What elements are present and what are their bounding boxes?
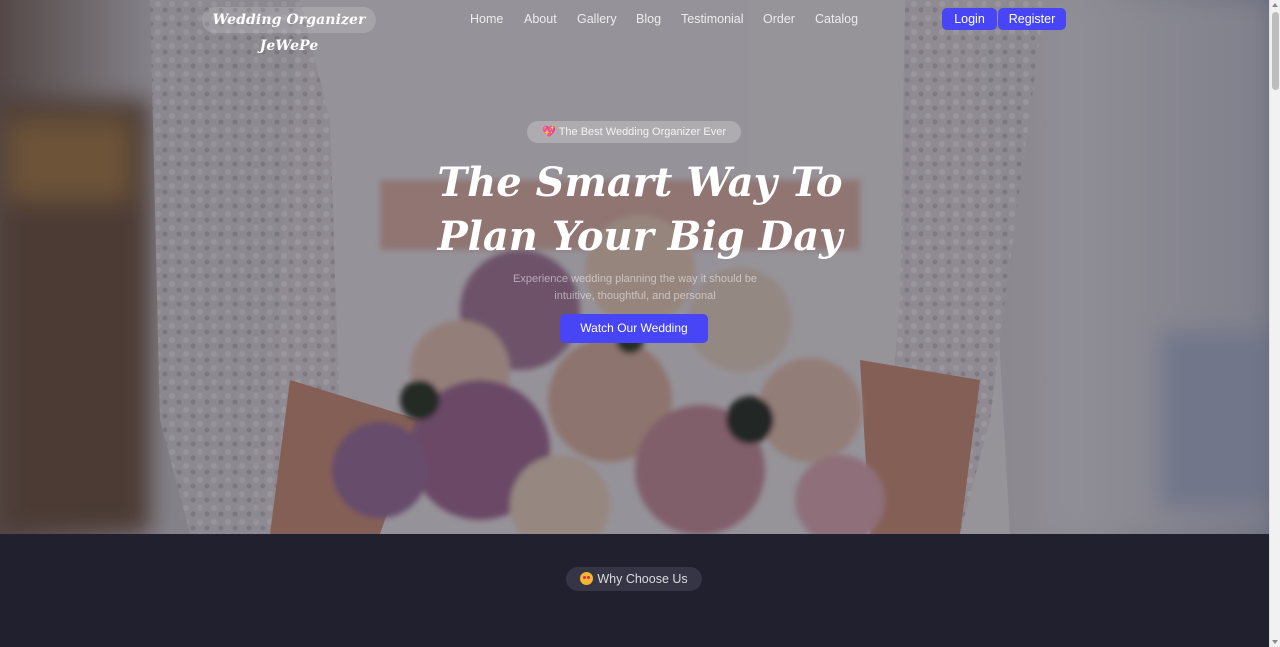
hero-subtitle-line-1: Experience wedding planning the way it s… [513, 273, 757, 285]
star-struck-emoji-icon [580, 572, 594, 585]
hero-title: The Smart Way To Plan Your Big Day [380, 156, 900, 264]
hero-badge-text: The Best Wedding Organizer Ever [558, 126, 727, 138]
nav-link-order[interactable]: Order [763, 11, 795, 27]
navbar: Wedding Organizer JeWePe Home About Gall… [0, 0, 1269, 54]
nav-link-home[interactable]: Home [470, 11, 503, 27]
hero-subtitle-line-2: intuitive, thoughtful, and personal [554, 290, 716, 302]
scroll-up-arrow-icon[interactable] [1272, 3, 1278, 7]
hero-badge: 💖 The Best Wedding Organizer Ever [527, 121, 741, 143]
hero-title-line-2: Plan Your Big Day [437, 213, 843, 260]
nav-link-testimonial[interactable]: Testimonial [681, 11, 744, 27]
why-choose-us-badge: Why Choose Us [566, 567, 702, 591]
page-scrollbar[interactable] [1269, 0, 1280, 647]
why-choose-us-section: Why Choose Us [0, 534, 1269, 647]
hero-overlay [0, 0, 1269, 534]
nav-link-about[interactable]: About [524, 11, 557, 27]
sparkling-heart-icon: 💖 [541, 126, 556, 138]
page: Wedding Organizer JeWePe Home About Gall… [0, 0, 1280, 647]
register-button[interactable]: Register [998, 8, 1066, 30]
brand-logo[interactable]: Wedding Organizer JeWePe [202, 7, 376, 54]
nav-link-catalog[interactable]: Catalog [815, 11, 858, 27]
scrollbar-thumb[interactable] [1272, 12, 1279, 90]
hero-section: Wedding Organizer JeWePe Home About Gall… [0, 0, 1269, 534]
why-choose-us-text: Why Choose Us [597, 572, 688, 586]
hero-title-line-1: The Smart Way To [437, 159, 843, 206]
scroll-down-arrow-icon[interactable] [1272, 640, 1278, 644]
nav-link-blog[interactable]: Blog [636, 11, 661, 27]
watch-wedding-button[interactable]: Watch Our Wedding [560, 314, 708, 343]
nav-link-gallery[interactable]: Gallery [577, 11, 617, 27]
hero-subtitle: Experience wedding planning the way it s… [480, 271, 790, 305]
login-button[interactable]: Login [942, 8, 997, 30]
